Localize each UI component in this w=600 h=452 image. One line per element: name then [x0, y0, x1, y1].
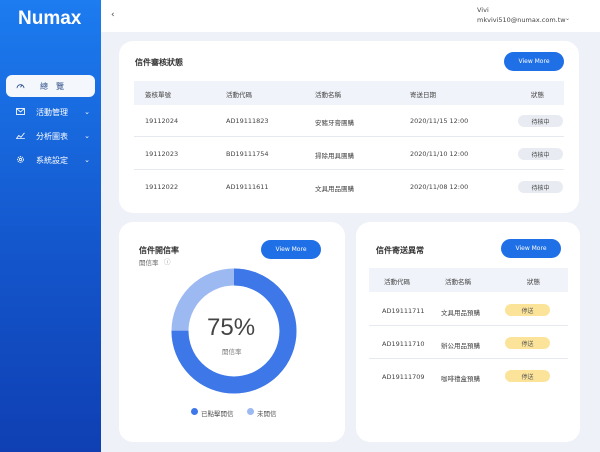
table-row[interactable]: AD19111709 咖啡禮盒預購 停送 [369, 360, 568, 392]
table-cell: 咖啡禮盒預購 [441, 375, 480, 383]
status-badge: 待核中 [518, 181, 563, 193]
sidebar-item-analytics[interactable]: 分析圖表 ⌄ [6, 125, 95, 147]
view-more-button[interactable]: View More [261, 240, 321, 259]
view-more-button[interactable]: View More [504, 52, 564, 71]
status-badge: 待核中 [518, 148, 563, 160]
table-cell: 文具用品預購 [441, 309, 480, 317]
open-rate-card: 信件開信率 開信率 ⓘ View More 75% 開信率 已點擊開信 未開信 [119, 222, 345, 442]
column-header: 活動名稱 [445, 278, 471, 286]
status-badge: 待核中 [518, 115, 563, 127]
sidebar-item-label: 活動管理 [36, 107, 68, 117]
mail-icon [14, 107, 26, 117]
table-row[interactable]: AD19111710 辦公用品預購 停送 [369, 327, 568, 359]
table-row[interactable]: 19112022 AD19111611 文具用品團購 2020/11/08 12… [134, 171, 564, 203]
table-cell: AD19111823 [226, 117, 269, 125]
column-header: 活動代碼 [384, 278, 410, 286]
user-name: Vivi [477, 6, 489, 14]
sidebar-item-label: 分析圖表 [36, 131, 68, 141]
sidebar-item-overview[interactable]: 總 覽 [6, 75, 95, 97]
column-header: 寄送日期 [410, 91, 436, 99]
table-cell: 安豬牙膏團購 [315, 119, 354, 127]
sidebar: Numax 總 覽 活動管理 ⌄ 分析圖表 ⌄ 系統設定 ⌄ [0, 0, 101, 452]
chevron-down-icon[interactable]: ⌄ [565, 15, 570, 22]
table-cell: 19112022 [145, 183, 179, 191]
column-header: 活動名稱 [315, 91, 341, 99]
table-cell: AD19111611 [226, 183, 269, 191]
chevron-down-icon: ⌄ [84, 132, 90, 140]
review-status-card: 信件審核狀態 View More 簽核單號 活動代碼 活動名稱 寄送日期 狀態 … [119, 41, 579, 213]
column-header: 簽核單號 [145, 91, 171, 99]
table-row[interactable]: 19112023 BD19111754 掃除用具團購 2020/11/10 12… [134, 138, 564, 170]
table-cell: 文具用品團購 [315, 185, 354, 193]
table-cell: 19112023 [145, 150, 179, 158]
sidebar-item-settings[interactable]: 系統設定 ⌄ [6, 149, 95, 171]
column-header: 狀態 [527, 278, 540, 286]
table-cell: 2020/11/08 12:00 [410, 183, 469, 191]
sidebar-item-campaigns[interactable]: 活動管理 ⌄ [6, 101, 95, 123]
logo: Numax [18, 8, 82, 29]
table-header: 簽核單號 活動代碼 活動名稱 寄送日期 狀態 [134, 81, 564, 105]
open-rate-value: 75% [207, 314, 256, 341]
column-header: 狀態 [531, 91, 544, 99]
table-cell: AD19111710 [382, 340, 425, 348]
table-cell: 2020/11/10 12:00 [410, 150, 469, 158]
card-title: 信件開信率 [139, 246, 179, 255]
chart-icon [14, 132, 26, 141]
card-subtitle: 開信率 [139, 259, 159, 267]
table-row[interactable]: 19112024 AD19111823 安豬牙膏團購 2020/11/15 12… [134, 105, 564, 137]
table-cell: 掃除用具團購 [315, 152, 354, 160]
table-cell: AD19111711 [382, 307, 425, 315]
table-cell: 19112024 [145, 117, 179, 125]
table-row[interactable]: AD19111711 文具用品預購 停送 [369, 294, 568, 326]
table-cell: BD19111754 [226, 150, 269, 158]
table-cell: 辦公用品預購 [441, 342, 480, 350]
column-header: 活動代碼 [226, 91, 252, 99]
sidebar-item-label: 系統設定 [36, 155, 68, 165]
card-title: 信件審核狀態 [135, 58, 183, 67]
gauge-icon [14, 82, 26, 91]
sidebar-item-label: 總 覽 [40, 81, 64, 91]
user-email[interactable]: mkvivi510@numax.com.tw [477, 16, 566, 24]
back-icon[interactable]: ‹ [111, 10, 115, 20]
info-icon[interactable]: ⓘ [164, 256, 171, 266]
chevron-down-icon: ⌄ [84, 108, 90, 116]
legend-label: 已點擊開信 [201, 410, 234, 418]
view-more-button[interactable]: View More [501, 239, 561, 258]
legend-label: 未開信 [257, 410, 277, 418]
open-rate-label: 開信率 [222, 348, 242, 356]
status-badge: 停送 [505, 370, 550, 382]
table-cell: 2020/11/15 12:00 [410, 117, 469, 125]
topbar: ‹ Vivi mkvivi510@numax.com.tw ⌄ [101, 0, 600, 32]
legend-dot-unopened [247, 408, 254, 415]
delivery-anomaly-card: 信件寄送異常 View More 活動代碼 活動名稱 狀態 AD19111711… [356, 222, 580, 442]
status-badge: 停送 [505, 304, 550, 316]
gear-icon [14, 155, 26, 166]
chevron-down-icon: ⌄ [84, 156, 90, 164]
legend-dot-opened [191, 408, 198, 415]
status-badge: 停送 [505, 337, 550, 349]
table-header: 活動代碼 活動名稱 狀態 [369, 268, 568, 292]
table-cell: AD19111709 [382, 373, 425, 381]
card-title: 信件寄送異常 [376, 246, 424, 255]
